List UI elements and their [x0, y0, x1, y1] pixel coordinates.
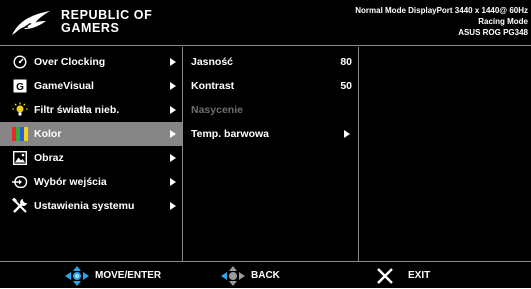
exit-hint: EXIT [376, 262, 430, 289]
main-menu: Over Clocking G GameVisual Filtr światła… [0, 47, 182, 261]
submenu-item-saturation: Nasycenie [183, 98, 358, 122]
menu-item-image[interactable]: Obraz [0, 146, 182, 170]
submenu-item-color-temp[interactable]: Temp. barwowa [183, 122, 358, 146]
rog-eye-logo-icon [12, 11, 50, 35]
menu-item-label: GameVisual [34, 80, 94, 92]
tools-icon [12, 198, 28, 214]
osd-footer: MOVE/ENTER BACK EXIT [0, 261, 531, 288]
chevron-right-icon [170, 58, 176, 66]
back-label: BACK [251, 270, 280, 281]
menu-item-over-clocking[interactable]: Over Clocking [0, 50, 182, 74]
status-game-mode: Racing Mode [478, 17, 528, 26]
osd-header: REPUBLIC OF GAMERS Normal Mode DisplayPo… [0, 0, 531, 46]
osd-menu: REPUBLIC OF GAMERS Normal Mode DisplayPo… [0, 0, 531, 288]
brightness-value: 80 [340, 56, 352, 68]
menu-item-color[interactable]: Kolor [0, 122, 182, 146]
menu-item-gamevisual[interactable]: G GameVisual [0, 74, 182, 98]
submenu-item-label: Temp. barwowa [191, 128, 269, 140]
menu-item-label: Wybór wejścia [34, 176, 107, 188]
status-input-mode: Normal Mode DisplayPort 3440 x 1440@ 60H… [355, 6, 528, 15]
menu-item-label: Over Clocking [34, 56, 106, 68]
chevron-right-icon [344, 130, 350, 138]
chevron-right-icon [170, 178, 176, 186]
input-icon [12, 174, 28, 190]
svg-text:G: G [16, 82, 24, 93]
menu-item-label: Ustawienia systemu [34, 200, 135, 212]
monitor-status: Normal Mode DisplayPort 3440 x 1440@ 60H… [355, 5, 528, 38]
bulb-icon [12, 102, 28, 118]
exit-label: EXIT [408, 270, 431, 281]
picture-icon [12, 150, 28, 166]
move-enter-hint: MOVE/ENTER [64, 262, 161, 289]
close-icon [377, 267, 393, 284]
contrast-value: 50 [340, 80, 352, 92]
submenu-item-label: Jasność [191, 56, 234, 68]
menu-item-label: Kolor [34, 128, 62, 140]
move-enter-label: MOVE/ENTER [95, 270, 162, 281]
color-bars-icon [12, 126, 28, 142]
detail-panel [359, 47, 531, 261]
status-model: ASUS ROG PG348 [458, 28, 528, 37]
joystick-back-icon [221, 265, 245, 286]
back-hint: BACK [220, 262, 280, 289]
menu-item-label: Filtr światła nieb. [34, 104, 120, 116]
chevron-right-icon [170, 130, 176, 138]
menu-item-label: Obraz [34, 152, 64, 164]
color-submenu: Jasność 80 Kontrast 50 Nasycenie Temp. b… [183, 47, 358, 261]
brand-line-2: GAMERS [61, 21, 120, 35]
chevron-right-icon [170, 154, 176, 162]
submenu-item-contrast[interactable]: Kontrast 50 [183, 74, 358, 98]
speedometer-icon [12, 54, 28, 70]
chevron-right-icon [170, 82, 176, 90]
chevron-right-icon [170, 202, 176, 210]
brand-name: REPUBLIC OF GAMERS [61, 9, 152, 35]
submenu-item-label: Nasycenie [191, 104, 243, 116]
menu-item-system-setup[interactable]: Ustawienia systemu [0, 194, 182, 218]
gamevisual-g-icon: G [12, 78, 28, 94]
submenu-item-label: Kontrast [191, 80, 235, 92]
chevron-right-icon [170, 106, 176, 114]
menu-item-input-select[interactable]: Wybór wejścia [0, 170, 182, 194]
submenu-item-brightness[interactable]: Jasność 80 [183, 50, 358, 74]
joystick-four-way-icon [65, 265, 89, 286]
menu-item-blue-light-filter[interactable]: Filtr światła nieb. [0, 98, 182, 122]
